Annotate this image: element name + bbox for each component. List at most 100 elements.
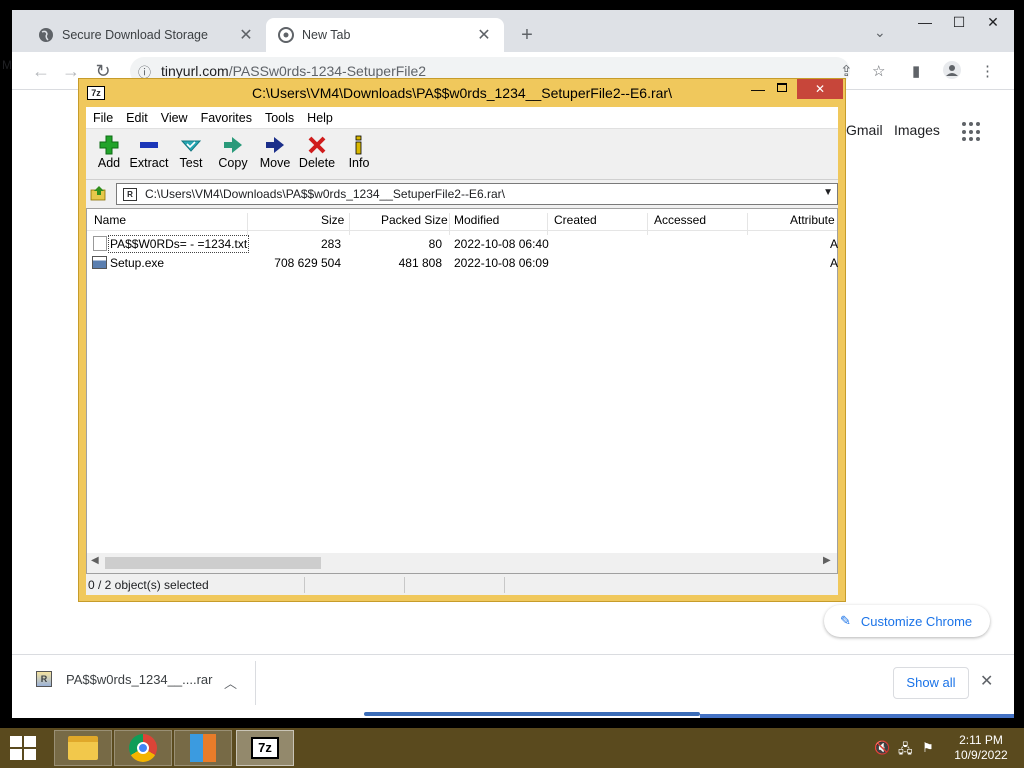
sevenzip-titlebar[interactable]: 7z C:\Users\VM4\Downloads\PA$$w0rds_1234… — [79, 79, 845, 107]
more-menu-icon[interactable]: ⋮ — [980, 62, 995, 80]
file-packed-size: 80 — [428, 237, 442, 251]
path-combobox[interactable]: R C:\Users\VM4\Downloads\PA$$w0rds_1234_… — [116, 183, 838, 205]
status-bar: 0 / 2 object(s) selected — [86, 575, 838, 595]
column-separator[interactable] — [449, 213, 450, 235]
rar-archive-icon: R — [123, 187, 137, 201]
info-icon — [336, 134, 382, 156]
new-tab-button[interactable]: + — [516, 24, 538, 46]
test-label: Test — [179, 156, 203, 170]
table-row[interactable]: Setup.exe 708 629 504 481 808 2022-10-08… — [87, 253, 838, 272]
column-separator[interactable] — [349, 213, 350, 235]
chrome-icon — [129, 734, 157, 762]
file-name: PA$$W0RDs= - =1234.txt — [108, 235, 250, 253]
volume-muted-icon[interactable]: 🔇 — [874, 740, 890, 756]
menu-favorites[interactable]: Favorites — [194, 111, 258, 125]
taskbar-clock[interactable]: 2:11 PM 10/9/2022 — [948, 733, 1014, 763]
url-path: /PASSw0rds-1234-SetuperFile2 — [228, 63, 427, 79]
windows-start-icon[interactable] — [10, 736, 38, 760]
file-name: Setup.exe — [110, 256, 165, 270]
sevenzip-close-button[interactable]: ✕ — [797, 79, 843, 99]
check-icon — [168, 134, 214, 156]
tab-secure-download-storage[interactable]: Secure Download Storage ✕ — [26, 18, 266, 52]
sevenzip-minimize-button[interactable]: — — [751, 81, 765, 97]
tab-search-chevron-icon[interactable]: ⌄ — [874, 24, 886, 41]
taskbar-file-explorer[interactable] — [54, 730, 112, 766]
sevenzip-client: File Edit View Favorites Tools Help Add … — [86, 107, 838, 595]
taskbar-app-box[interactable] — [174, 730, 232, 766]
decorative-blue-bar — [700, 714, 1014, 718]
gmail-link[interactable]: Gmail — [846, 122, 883, 138]
move-button[interactable]: Move — [252, 134, 298, 170]
sevenzip-maximize-button[interactable] — [777, 83, 787, 92]
text-file-icon — [93, 236, 107, 251]
extract-button[interactable]: Extract — [126, 134, 172, 170]
taskbar-chrome[interactable] — [114, 730, 172, 766]
column-header-packed-size[interactable]: Packed Size — [381, 213, 448, 227]
info-button[interactable]: Info — [336, 134, 382, 170]
scroll-left-icon[interactable]: ◀ — [91, 555, 99, 566]
table-row[interactable]: PA$$W0RDs= - =1234.txt 283 80 2022-10-08… — [87, 234, 839, 253]
side-panel-icon[interactable]: ▮ — [912, 62, 920, 80]
rar-file-icon: R — [36, 671, 52, 687]
show-all-button[interactable]: Show all — [893, 667, 969, 699]
delete-button[interactable]: Delete — [294, 134, 340, 170]
apps-grid-icon[interactable] — [962, 122, 982, 142]
chevron-up-icon[interactable]: ︿ — [224, 673, 237, 692]
customize-chrome-button[interactable]: ✎ Customize Chrome — [824, 605, 990, 637]
menu-bar: File Edit View Favorites Tools Help — [86, 107, 838, 129]
pencil-icon: ✎ — [840, 613, 851, 628]
column-separator[interactable] — [547, 213, 548, 235]
copy-button[interactable]: Copy — [210, 134, 256, 170]
close-download-bar-icon[interactable]: ✕ — [980, 671, 993, 691]
action-center-flag-icon[interactable]: ⚑ — [922, 740, 934, 756]
menu-tools[interactable]: Tools — [258, 111, 300, 125]
maximize-button[interactable]: ☐ — [944, 10, 974, 34]
column-header-accessed[interactable]: Accessed — [654, 213, 706, 227]
status-separator — [504, 577, 505, 593]
close-window-button[interactable]: ✕ — [978, 10, 1008, 34]
network-icon[interactable]: 🖧 — [898, 740, 913, 762]
minimize-button[interactable]: — — [910, 10, 940, 34]
test-button[interactable]: Test — [168, 134, 214, 170]
tab-close-icon[interactable]: ✕ — [238, 25, 254, 45]
clock-date: 10/9/2022 — [954, 748, 1008, 762]
column-header-created[interactable]: Created — [554, 213, 597, 227]
column-header-modified[interactable]: Modified — [454, 213, 499, 227]
menu-edit[interactable]: Edit — [119, 111, 154, 125]
images-link[interactable]: Images — [894, 122, 940, 138]
file-list-header: Name Size Packed Size Modified Created A… — [87, 209, 837, 235]
horizontal-scrollbar[interactable]: ◀ ▶ — [87, 553, 837, 573]
file-attributes: A — [830, 237, 839, 251]
download-item[interactable]: R PA$$w0rds_1234__....rar — [36, 671, 212, 687]
file-size: 708 629 504 — [274, 256, 341, 270]
tab-new-tab[interactable]: New Tab ✕ — [266, 18, 504, 52]
scrollbar-thumb[interactable] — [105, 557, 321, 569]
tab-label: New Tab — [302, 28, 351, 42]
customize-label: Customize Chrome — [860, 613, 973, 629]
bookmark-star-icon[interactable]: ☆ — [872, 62, 885, 80]
column-separator[interactable] — [747, 213, 748, 235]
taskbar: 7z 🔇 🖧 ⚑ 2:11 PM 10/9/2022 — [0, 728, 1024, 768]
status-separator — [404, 577, 405, 593]
profile-avatar-icon[interactable] — [942, 60, 962, 84]
column-header-attributes[interactable]: Attribute — [790, 213, 835, 227]
column-separator[interactable] — [247, 213, 248, 235]
info-label: Info — [348, 156, 370, 170]
scroll-right-icon[interactable]: ▶ — [823, 555, 831, 566]
column-header-size[interactable]: Size — [321, 213, 344, 227]
folder-up-icon[interactable] — [90, 185, 108, 204]
chevron-down-icon[interactable]: ▼ — [823, 187, 833, 198]
back-button[interactable]: ← — [30, 60, 52, 82]
tab-close-icon[interactable]: ✕ — [476, 25, 492, 45]
url-host: tinyurl.com — [161, 63, 229, 79]
taskbar-sevenzip[interactable]: 7z — [236, 730, 294, 766]
menu-view[interactable]: View — [154, 111, 194, 125]
status-text: 0 / 2 object(s) selected — [88, 578, 209, 592]
edge-letter: M — [2, 58, 12, 72]
menu-file[interactable]: File — [86, 111, 119, 125]
menu-help[interactable]: Help — [300, 111, 339, 125]
column-header-name[interactable]: Name — [94, 213, 126, 227]
column-separator[interactable] — [647, 213, 648, 235]
copy-arrow-icon — [210, 134, 256, 156]
file-size: 283 — [320, 237, 341, 251]
